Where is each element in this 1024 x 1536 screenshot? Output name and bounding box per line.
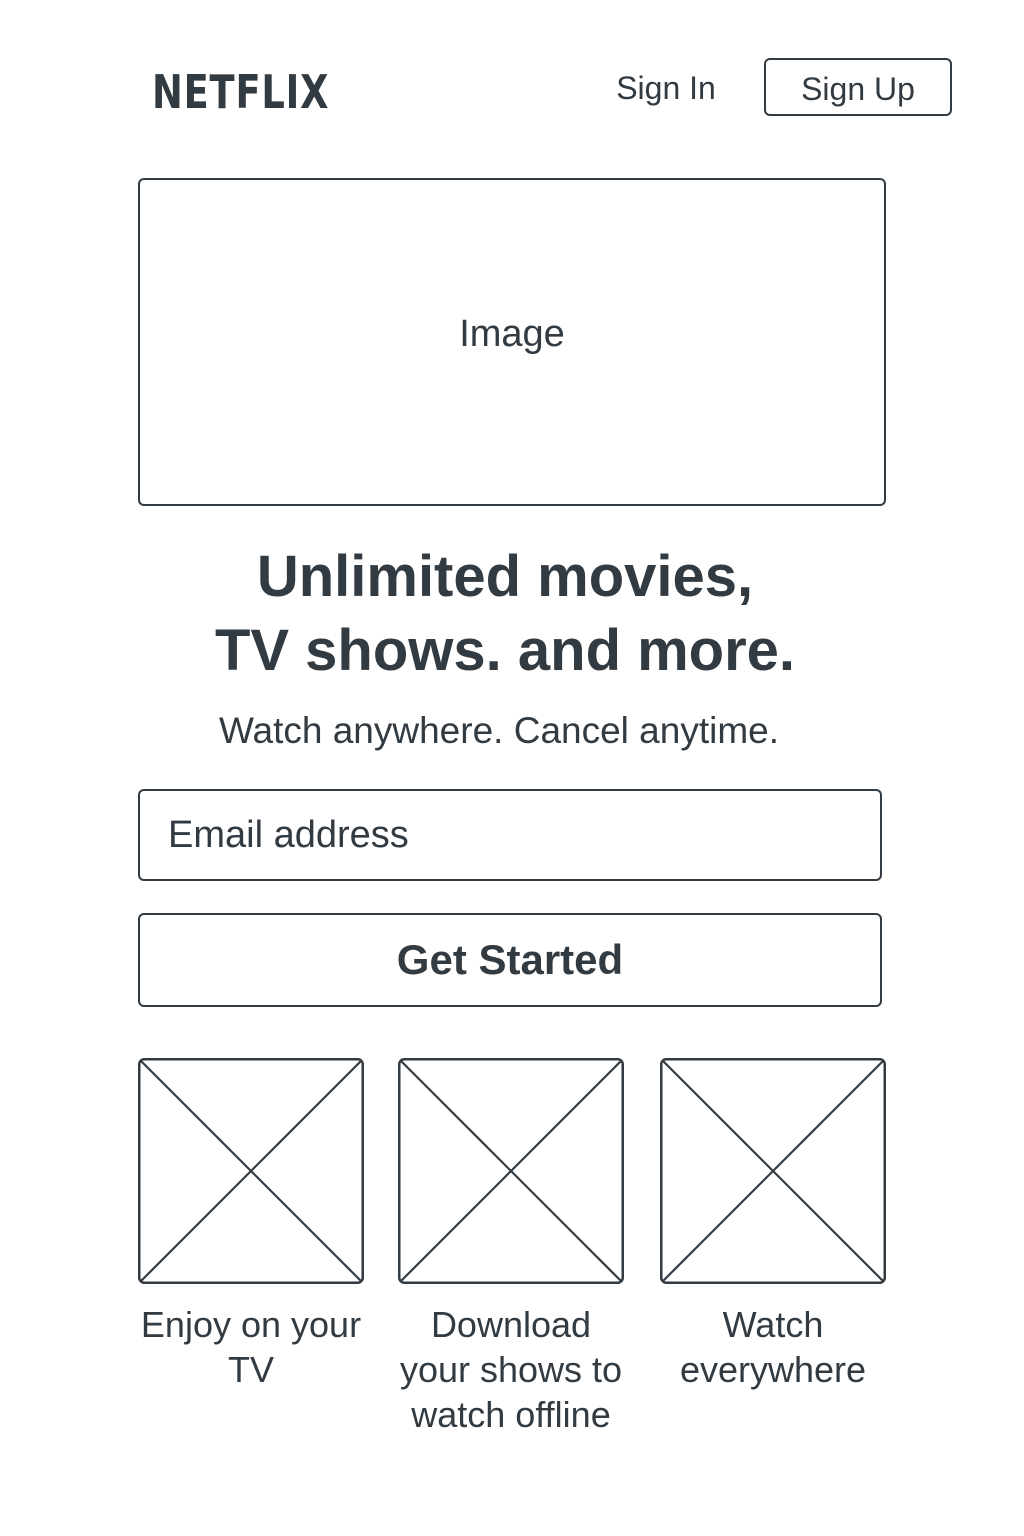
image-placeholder-icon bbox=[660, 1058, 886, 1284]
netflix-logo[interactable]: NETFLIX bbox=[152, 62, 329, 122]
hero-subheadline: Watch anywhere. Cancel anytime. bbox=[218, 710, 780, 751]
hero-headline-line-1: Unlimited movies, bbox=[256, 544, 754, 609]
image-placeholder-icon bbox=[398, 1058, 624, 1284]
get-started-button[interactable]: Get Started bbox=[138, 913, 882, 1007]
hero-headline: Unlimited movies, TV shows. and more. bbox=[0, 540, 1010, 688]
sign-up-button[interactable]: Sign Up bbox=[764, 58, 952, 116]
hero-image-label: Image bbox=[459, 312, 565, 355]
feature-caption: Enjoy on your TV bbox=[140, 1304, 362, 1390]
feature-caption: Watch everywhere bbox=[679, 1304, 867, 1390]
hero-image-placeholder: Image bbox=[138, 178, 886, 506]
hero-headline-line-2: TV shows. and more. bbox=[214, 618, 796, 683]
feature-tv: Enjoy on your TV bbox=[138, 1058, 364, 1392]
feature-download: Download your shows to watch offline bbox=[398, 1058, 624, 1437]
feature-watch-everywhere: Watch everywhere bbox=[660, 1058, 886, 1392]
image-placeholder-icon bbox=[138, 1058, 364, 1284]
email-input[interactable] bbox=[138, 789, 882, 881]
sign-in-link[interactable]: Sign In bbox=[596, 64, 736, 112]
feature-caption: Download your shows to watch offline bbox=[399, 1304, 623, 1435]
